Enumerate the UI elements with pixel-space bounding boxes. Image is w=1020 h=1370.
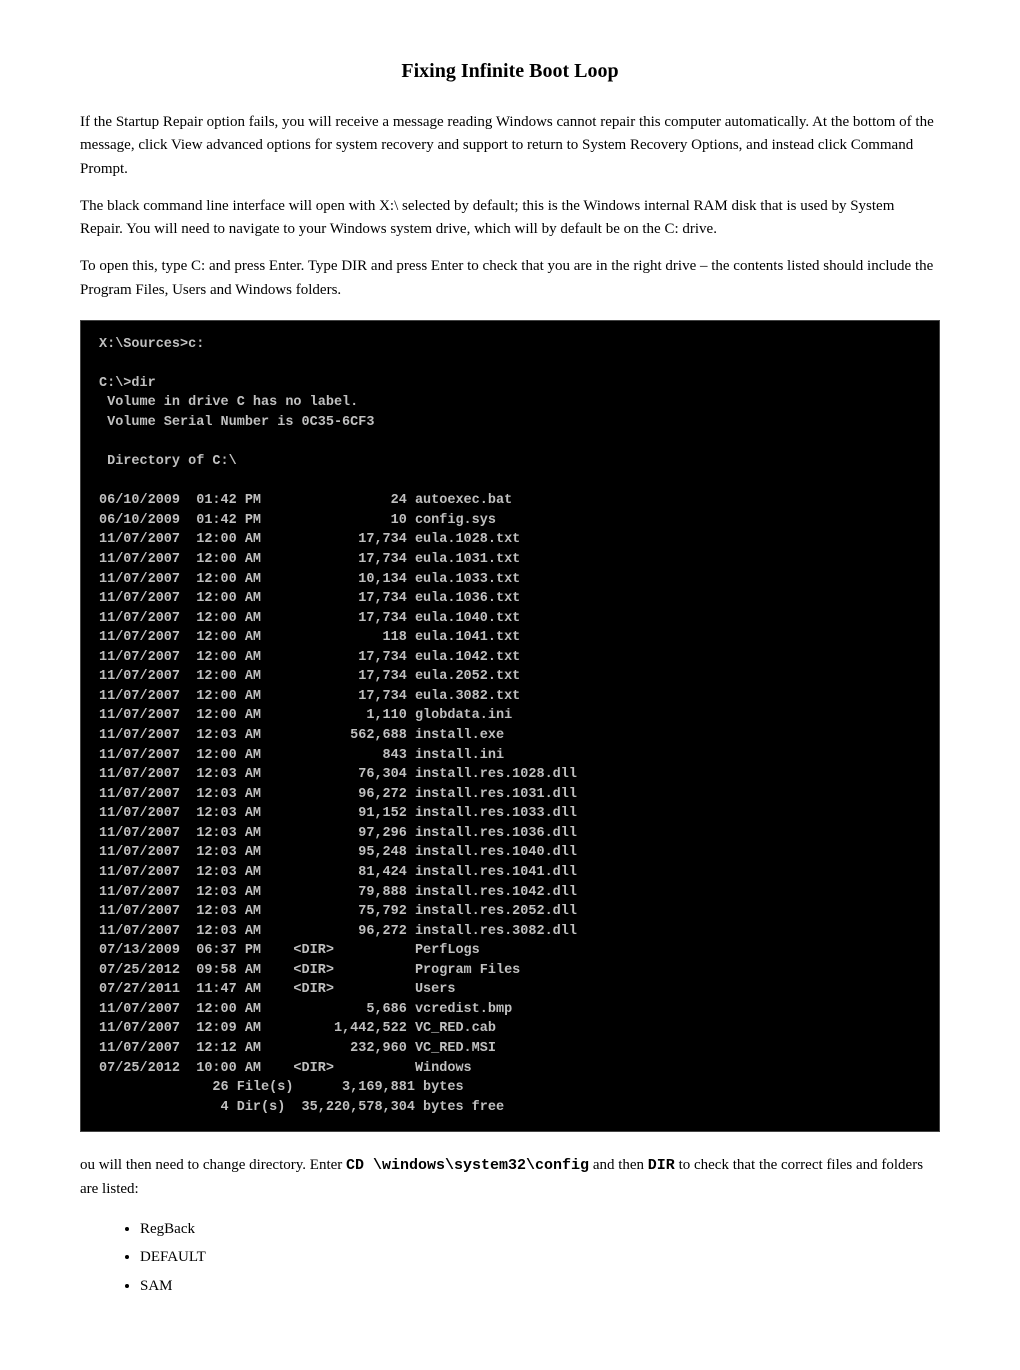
bullet-list: RegBackDEFAULTSAM xyxy=(140,1215,940,1301)
para4-middle: and then xyxy=(589,1157,648,1173)
para4-code2: DIR xyxy=(648,1157,675,1174)
para4-code1: CD \windows\system32\config xyxy=(346,1157,589,1174)
list-item: RegBack xyxy=(140,1215,940,1244)
paragraph-4: ou will then need to change directory. E… xyxy=(80,1154,940,1201)
paragraph-2: The black command line interface will op… xyxy=(80,195,940,242)
terminal-block: X:\Sources>c: C:\>dir Volume in drive C … xyxy=(80,320,940,1133)
list-item: DEFAULT xyxy=(140,1243,940,1272)
list-item: SAM xyxy=(140,1272,940,1301)
para4-prefix: ou will then need to change directory. E… xyxy=(80,1157,346,1173)
paragraph-1: If the Startup Repair option fails, you … xyxy=(80,111,940,181)
page-title: Fixing Infinite Boot Loop xyxy=(80,60,940,83)
paragraph-3: To open this, type C: and press Enter. T… xyxy=(80,255,940,302)
